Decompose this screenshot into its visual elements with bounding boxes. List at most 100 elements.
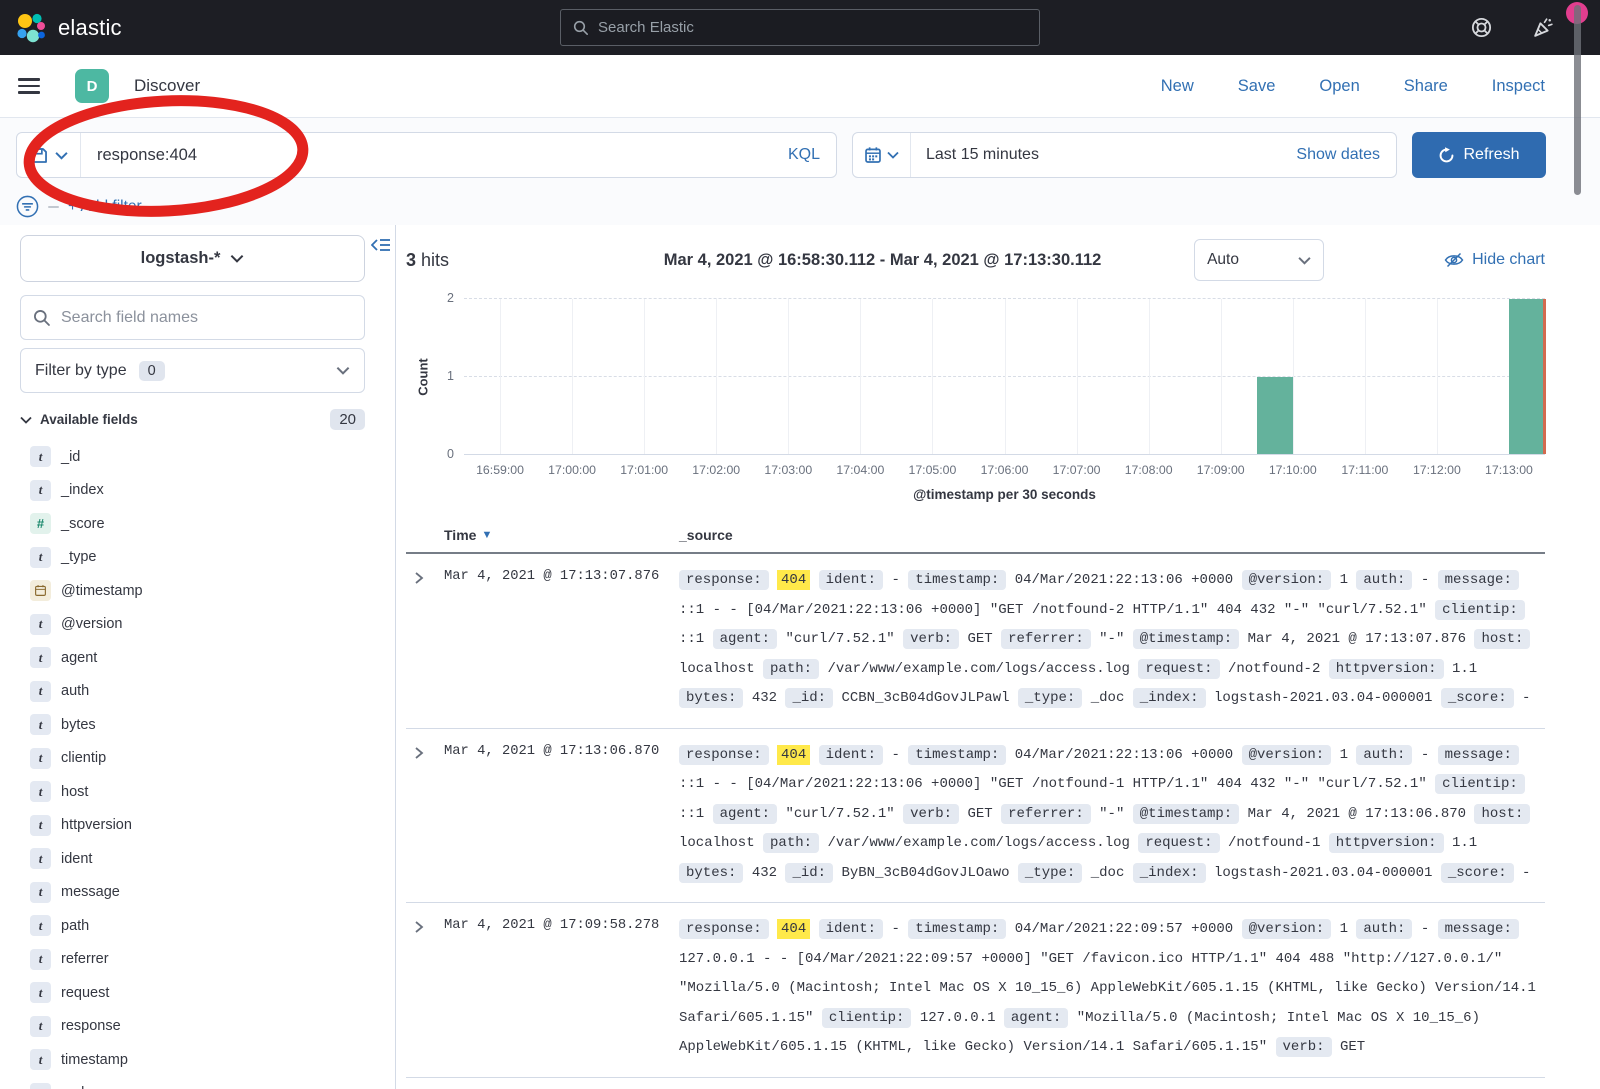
chevron-down-icon — [336, 366, 350, 375]
source-field-value: - — [891, 572, 899, 588]
x-axis-title: @timestamp per 30 seconds — [464, 487, 1545, 502]
x-tick-label: 16:59:00 — [476, 463, 524, 477]
field-item-path[interactable]: tpath — [0, 909, 395, 943]
source-field-name: response: — [679, 745, 769, 765]
expand-row-icon[interactable] — [406, 741, 444, 889]
source-field-name: _type: — [1018, 863, 1082, 883]
toolbar-action-open[interactable]: Open — [1319, 77, 1359, 96]
x-tick-label: 17:09:00 — [1197, 463, 1245, 477]
search-field-names-input[interactable]: Search field names — [20, 295, 365, 340]
field-item-@timestamp[interactable]: @timestamp — [0, 574, 395, 608]
elastic-brand[interactable]: elastic — [0, 11, 122, 45]
source-field-value: 04/Mar/2021:22:13:06 +0000 — [1015, 572, 1233, 588]
global-search-input[interactable]: Search Elastic — [560, 9, 1040, 46]
row-timestamp: Mar 4, 2021 @ 17:09:58.278 — [444, 915, 679, 1063]
v-gridline — [716, 299, 717, 454]
show-dates-link[interactable]: Show dates — [1296, 146, 1396, 164]
source-field-name: message: — [1438, 570, 1519, 590]
field-name: ident — [61, 851, 92, 867]
text-field-icon: t — [30, 1049, 51, 1070]
filter-icon[interactable] — [16, 195, 39, 218]
y-axis-title: Count — [415, 358, 430, 396]
menu-icon[interactable] — [18, 78, 40, 94]
toolbar-action-inspect[interactable]: Inspect — [1492, 77, 1545, 96]
expand-row-icon[interactable] — [406, 915, 444, 1063]
source-field-value: localhost — [679, 835, 755, 851]
field-item-httpversion[interactable]: thttpversion — [0, 809, 395, 843]
add-filter-link[interactable]: + Add filter — [68, 198, 142, 216]
hide-chart-link[interactable]: Hide chart — [1324, 251, 1545, 269]
newsfeed-icon[interactable] — [1531, 15, 1556, 40]
source-field-name: message: — [1438, 745, 1519, 765]
text-field-icon: t — [30, 748, 51, 769]
chevron-down-icon — [55, 151, 68, 160]
text-field-icon: t — [30, 480, 51, 501]
toolbar-action-new[interactable]: New — [1161, 77, 1194, 96]
field-item-response[interactable]: tresponse — [0, 1010, 395, 1044]
field-item-bytes[interactable]: tbytes — [0, 708, 395, 742]
source-field-name: _index: — [1133, 688, 1206, 708]
collapse-sidebar-icon[interactable] — [371, 237, 391, 253]
field-item-message[interactable]: tmessage — [0, 876, 395, 910]
source-field-value: ::1 — [679, 631, 704, 647]
field-item-@version[interactable]: t@version — [0, 608, 395, 642]
date-picker[interactable]: Last 15 minutes Show dates — [852, 132, 1397, 178]
x-tick-label: 17:00:00 — [548, 463, 596, 477]
field-item-agent[interactable]: tagent — [0, 641, 395, 675]
index-pattern-select[interactable]: logstash-* — [20, 235, 365, 282]
histogram-chart[interactable]: Count 012 — [406, 299, 1545, 455]
row-source: response: 404 ident: - timestamp: 04/Mar… — [679, 566, 1545, 714]
page-title: Discover — [134, 76, 200, 96]
expand-row-icon[interactable] — [406, 566, 444, 714]
field-item-referrer[interactable]: treferrer — [0, 943, 395, 977]
toolbar-action-share[interactable]: Share — [1404, 77, 1448, 96]
source-field-name: agent: — [1004, 1008, 1068, 1028]
toolbar-action-save[interactable]: Save — [1238, 77, 1276, 96]
y-tick-label: 2 — [447, 291, 454, 305]
field-item-verb[interactable]: tverb — [0, 1077, 395, 1089]
field-item-auth[interactable]: tauth — [0, 675, 395, 709]
query-text[interactable]: response:404 — [81, 146, 788, 165]
source-field-name: timestamp: — [908, 745, 1006, 765]
field-name: auth — [61, 683, 89, 699]
available-fields-header[interactable]: Available fields 20 — [20, 409, 365, 430]
field-item-timestamp[interactable]: t timestamp — [0, 1043, 395, 1077]
field-item-_index[interactable]: t_index — [0, 474, 395, 508]
field-item-host[interactable]: thost — [0, 775, 395, 809]
discover-app-badge[interactable]: D — [75, 69, 109, 103]
field-item-_id[interactable]: t_id — [0, 440, 395, 474]
histogram-bar[interactable] — [1257, 377, 1293, 455]
quick-select-button[interactable] — [853, 133, 911, 177]
kql-switch[interactable]: KQL — [788, 146, 836, 164]
field-item-_score[interactable]: #_score — [0, 507, 395, 541]
field-item-clientip[interactable]: tclientip — [0, 742, 395, 776]
field-item-_type[interactable]: t_type — [0, 541, 395, 575]
chevron-down-icon — [1298, 256, 1311, 265]
sort-descending-icon[interactable]: ▼ — [481, 529, 492, 541]
x-axis-labels: 16:59:0017:00:0017:01:0017:02:0017:03:00… — [464, 455, 1545, 481]
source-field-value: 1.1 — [1452, 661, 1477, 677]
current-time-marker — [1543, 299, 1546, 454]
column-time[interactable]: Time ▼ — [406, 527, 679, 543]
interval-select[interactable]: Auto — [1194, 239, 1324, 281]
source-field-value: 1 — [1340, 747, 1348, 763]
help-icon[interactable] — [1470, 16, 1493, 39]
refresh-button[interactable]: Refresh — [1412, 132, 1546, 178]
query-section: response:404 KQL — [0, 118, 1600, 225]
eye-closed-icon — [1444, 252, 1464, 268]
field-name: request — [61, 985, 109, 1001]
source-field-value: ::1 - - [04/Mar/2021:22:13:06 +0000] "GE… — [679, 602, 1427, 618]
scrollbar-thumb[interactable] — [1574, 5, 1581, 195]
field-item-ident[interactable]: tident — [0, 842, 395, 876]
histogram-bar[interactable] — [1509, 299, 1545, 454]
filter-by-type-select[interactable]: Filter by type 0 — [20, 348, 365, 393]
saved-query-menu-button[interactable] — [17, 133, 81, 177]
time-range-value[interactable]: Last 15 minutes — [911, 146, 1296, 164]
field-name: timestamp — [61, 1052, 128, 1068]
field-item-request[interactable]: trequest — [0, 976, 395, 1010]
source-field-value: 1 — [1340, 572, 1348, 588]
x-tick-label: 17:11:00 — [1341, 463, 1388, 477]
query-input[interactable]: response:404 KQL — [16, 132, 837, 178]
plot-area[interactable] — [464, 299, 1545, 455]
source-field-name: ident: — [819, 745, 883, 765]
